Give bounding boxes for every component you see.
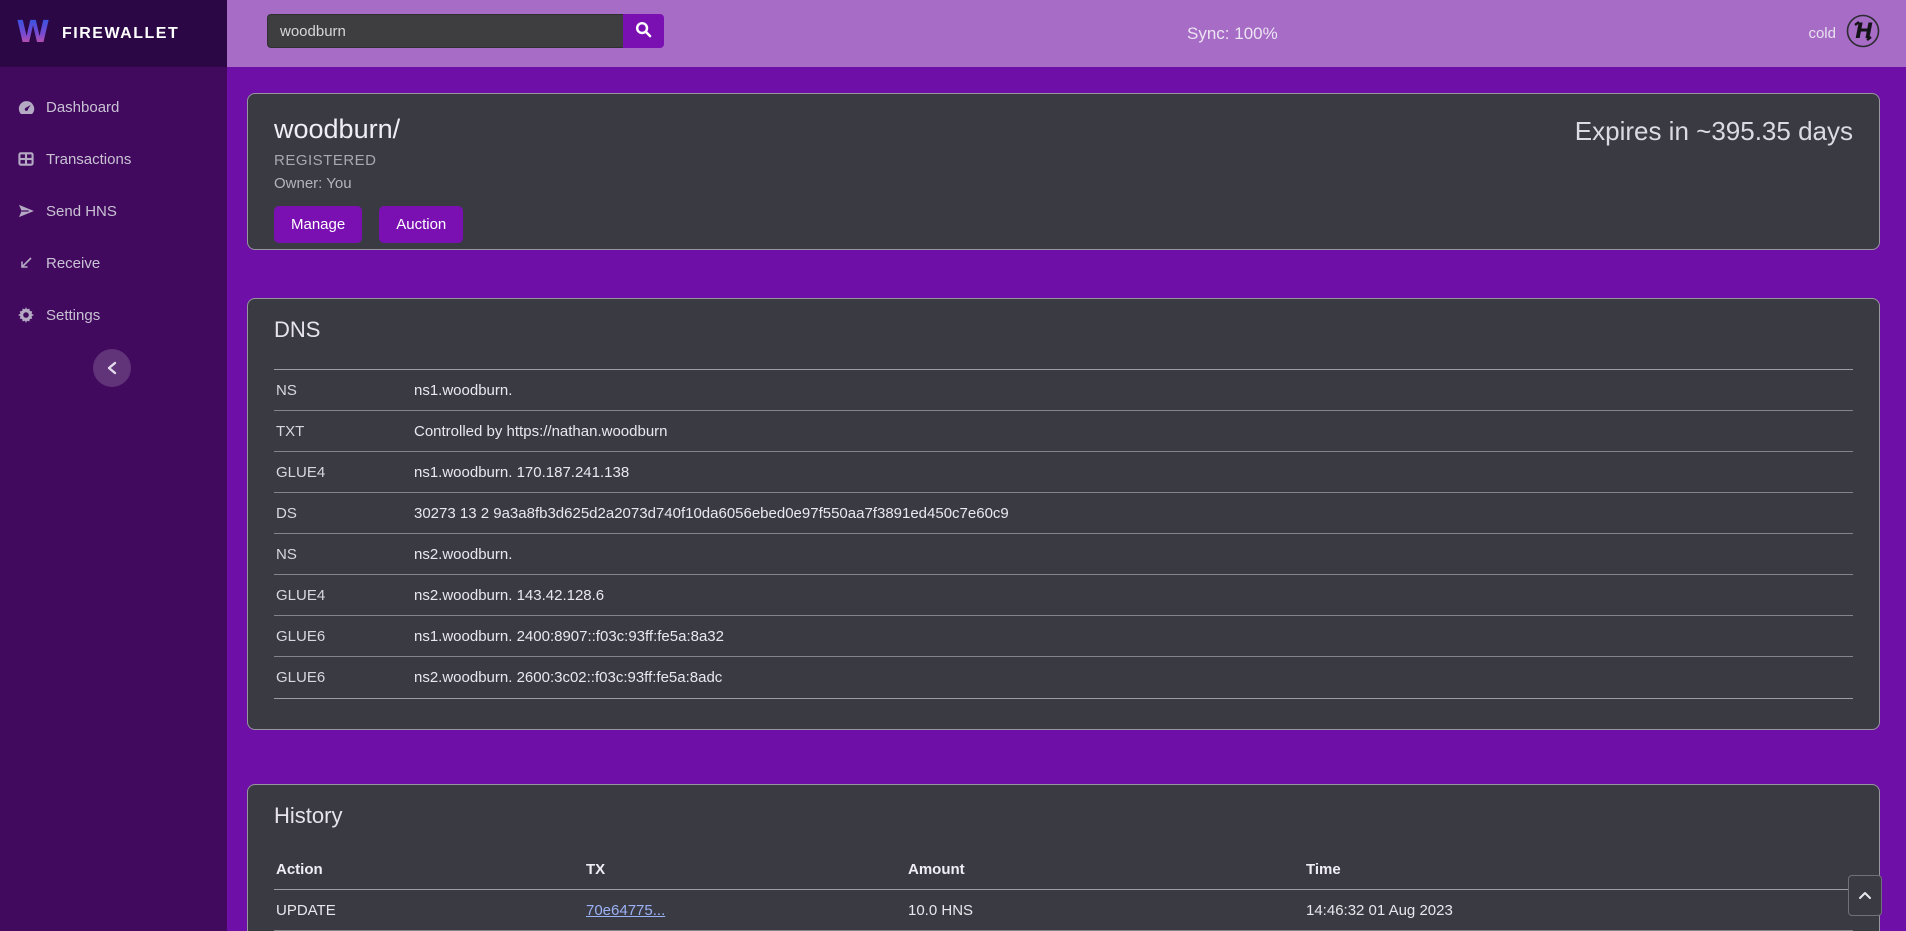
gauge-icon [17,100,35,115]
dns-row: NS ns2.woodburn. [274,534,1853,575]
dns-record-type: NS [274,382,414,399]
search-input[interactable] [267,14,623,48]
sidebar-nav: Dashboard Transactions [0,67,227,341]
chevron-left-icon [107,361,117,375]
domain-owner: Owner: You [274,175,1853,192]
table-icon [17,152,35,166]
dns-record-value: 30273 13 2 9a3a8fb3d625d2a2073d740f10da6… [414,505,1853,522]
history-card: History Action TX Amount Time UPDATE 70e… [247,784,1880,931]
history-amount: 10.0 HNS [906,902,1304,919]
dns-row: TXT Controlled by https://nathan.woodbur… [274,411,1853,452]
dns-record-type: GLUE4 [274,587,414,604]
handshake-logo-icon: H [1846,14,1880,53]
auction-button[interactable]: Auction [379,206,463,243]
wallet-selector[interactable]: cold H [1808,0,1880,67]
dns-row: GLUE6 ns2.woodburn. 2600:3c02::f03c:93ff… [274,657,1853,698]
history-row: UPDATE 70e64775... 10.0 HNS 14:46:32 01 … [274,890,1853,931]
topbar: Sync: 100% cold H [227,0,1906,67]
arrow-down-left-icon [17,256,35,270]
dns-row: GLUE6 ns1.woodburn. 2400:8907::f03c:93ff… [274,616,1853,657]
paper-plane-icon [17,204,35,218]
domain-summary-card: woodburn/ REGISTERED Owner: You Manage A… [247,93,1880,250]
sidebar-item-label: Settings [46,307,100,324]
expiry-label: Expires in ~395.35 days [1575,116,1853,147]
dns-record-value: ns2.woodburn. 2600:3c02::f03c:93ff:fe5a:… [414,669,1853,686]
sidebar-item-transactions[interactable]: Transactions [0,133,227,185]
domain-status: REGISTERED [274,152,1853,169]
sidebar-item-settings[interactable]: Settings [0,289,227,341]
dns-row: NS ns1.woodburn. [274,370,1853,411]
dns-table: NS ns1.woodburn. TXT Controlled by https… [274,369,1853,699]
sidebar-item-send-hns[interactable]: Send HNS [0,185,227,237]
dns-row: GLUE4 ns2.woodburn. 143.42.128.6 [274,575,1853,616]
wallet-name: cold [1808,25,1836,42]
dns-record-type: GLUE4 [274,464,414,481]
sidebar-collapse-button[interactable] [93,349,131,387]
history-heading: History [274,803,1853,829]
firewallet-w-logo-icon: W [16,14,50,53]
dns-record-value: ns2.woodburn. [414,546,1853,563]
gear-icon [17,307,35,323]
chevron-up-icon [1858,887,1872,905]
dns-record-type: TXT [274,423,414,440]
search-bar [267,14,664,48]
manage-button[interactable]: Manage [274,206,362,243]
dns-record-value: Controlled by https://nathan.woodburn [414,423,1853,440]
dns-card: DNS NS ns1.woodburn. TXT Controlled by h… [247,298,1880,730]
column-header-tx: TX [584,861,906,878]
dns-record-value: ns1.woodburn. 2400:8907::f03c:93ff:fe5a:… [414,628,1853,645]
sidebar-item-receive[interactable]: Receive [0,237,227,289]
tx-link[interactable]: 70e64775... [586,902,665,919]
column-header-time: Time [1304,861,1853,878]
sidebar-item-label: Send HNS [46,203,117,220]
app-window: W FIREWALLET Dashboard [0,0,1906,931]
dns-record-value: ns2.woodburn. 143.42.128.6 [414,587,1853,604]
search-button[interactable] [623,14,664,48]
dns-record-value: ns1.woodburn. 170.187.241.138 [414,464,1853,481]
history-table: Action TX Amount Time UPDATE 70e64775...… [274,849,1853,931]
search-icon [635,21,652,41]
history-header-row: Action TX Amount Time [274,849,1853,890]
brand-name: FIREWALLET [62,25,179,43]
dns-heading: DNS [274,317,1853,343]
brand-logo-block[interactable]: W FIREWALLET [0,0,227,67]
dns-record-value: ns1.woodburn. [414,382,1853,399]
sidebar-item-dashboard[interactable]: Dashboard [0,81,227,133]
main-area: Sync: 100% cold H woodburn/ REGISTERED [227,0,1906,931]
sidebar-item-label: Dashboard [46,99,119,116]
dns-row: GLUE4 ns1.woodburn. 170.187.241.138 [274,452,1853,493]
dns-record-type: DS [274,505,414,522]
scroll-to-top-button[interactable] [1848,875,1882,916]
dns-record-type: GLUE6 [274,669,414,686]
sync-status: Sync: 100% [1187,0,1278,67]
column-header-action: Action [274,861,584,878]
column-header-amount: Amount [906,861,1304,878]
svg-text:W: W [16,15,49,48]
domain-actions: Manage Auction [274,206,1853,243]
history-action: UPDATE [274,902,584,919]
page-content: woodburn/ REGISTERED Owner: You Manage A… [227,67,1906,931]
history-time: 14:46:32 01 Aug 2023 [1304,902,1853,919]
dns-record-type: GLUE6 [274,628,414,645]
sidebar-item-label: Transactions [46,151,131,168]
sidebar: W FIREWALLET Dashboard [0,0,227,931]
dns-record-type: NS [274,546,414,563]
dns-row: DS 30273 13 2 9a3a8fb3d625d2a2073d740f10… [274,493,1853,534]
sidebar-item-label: Receive [46,255,100,272]
